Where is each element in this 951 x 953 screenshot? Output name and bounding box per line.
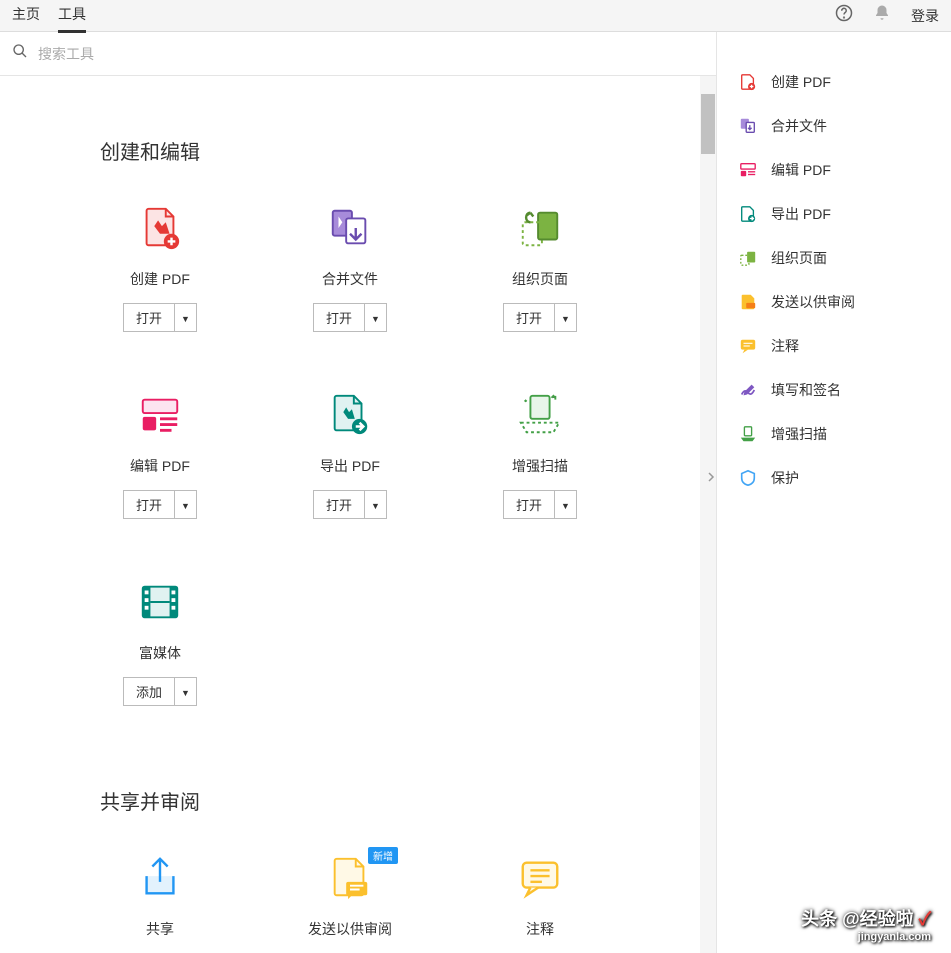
open-button[interactable]: 打开 bbox=[503, 490, 554, 519]
login-button[interactable]: 登录 bbox=[911, 6, 939, 26]
edit-pdf-icon bbox=[137, 392, 183, 438]
top-bar: 主页 工具 登录 bbox=[0, 0, 951, 32]
sidebar-label: 填写和签名 bbox=[771, 380, 841, 400]
sidebar-item-edit-pdf[interactable]: 编辑 PDF bbox=[717, 148, 951, 192]
merge-files-icon bbox=[739, 117, 757, 135]
sidebar-item-enhance-scan[interactable]: 增强扫描 bbox=[717, 412, 951, 456]
add-button[interactable]: 添加 bbox=[123, 677, 174, 706]
sidebar-item-organize-pages[interactable]: 组织页面 bbox=[717, 236, 951, 280]
create-pdf-icon bbox=[739, 73, 757, 91]
open-button[interactable]: 打开 bbox=[123, 490, 174, 519]
dropdown-button[interactable]: ▼ bbox=[364, 303, 387, 332]
tool-share[interactable]: 共享 添加 ▼ bbox=[100, 855, 220, 953]
tool-edit-pdf[interactable]: 编辑 PDF 打开 ▼ bbox=[100, 392, 220, 519]
edit-pdf-icon bbox=[739, 161, 757, 179]
comment-icon bbox=[739, 337, 757, 355]
tool-label: 创建 PDF bbox=[130, 269, 190, 289]
tool-rich-media[interactable]: 富媒体 添加 ▼ bbox=[100, 579, 220, 706]
open-button[interactable]: 打开 bbox=[313, 490, 364, 519]
chevron-down-icon: ▼ bbox=[181, 688, 190, 698]
send-review-icon bbox=[327, 855, 373, 901]
sidebar-item-fill-sign[interactable]: 填写和签名 bbox=[717, 368, 951, 412]
sidebar-label: 保护 bbox=[771, 468, 799, 488]
sidebar-label: 增强扫描 bbox=[771, 424, 827, 444]
search-icon bbox=[12, 43, 28, 64]
tool-label: 注释 bbox=[526, 919, 554, 939]
tool-comment[interactable]: 注释 打开 ▼ bbox=[480, 855, 600, 953]
sidebar-item-protect[interactable]: 保护 bbox=[717, 456, 951, 500]
tab-home[interactable]: 主页 bbox=[12, 0, 40, 33]
sidebar-item-export-pdf[interactable]: 导出 PDF bbox=[717, 192, 951, 236]
search-input[interactable] bbox=[38, 46, 704, 62]
merge-files-icon bbox=[327, 205, 373, 251]
tool-merge-files[interactable]: 合并文件 打开 ▼ bbox=[290, 205, 410, 332]
scrollbar[interactable] bbox=[700, 76, 716, 953]
sidebar-label: 导出 PDF bbox=[771, 204, 831, 224]
chevron-down-icon: ▼ bbox=[181, 314, 190, 324]
sidebar-item-merge-files[interactable]: 合并文件 bbox=[717, 104, 951, 148]
help-icon[interactable] bbox=[835, 4, 853, 27]
dropdown-button[interactable]: ▼ bbox=[174, 677, 197, 706]
sidebar-label: 创建 PDF bbox=[771, 72, 831, 92]
tool-create-pdf[interactable]: 创建 PDF 打开 ▼ bbox=[100, 205, 220, 332]
tool-label: 组织页面 bbox=[512, 269, 568, 289]
sidebar-label: 合并文件 bbox=[771, 116, 827, 136]
enhance-scan-icon bbox=[517, 392, 563, 438]
tab-bar: 主页 工具 bbox=[12, 0, 86, 33]
rich-media-icon bbox=[137, 579, 183, 625]
sidebar-collapse-handle[interactable] bbox=[706, 457, 716, 497]
bell-icon[interactable] bbox=[873, 4, 891, 27]
sidebar-label: 组织页面 bbox=[771, 248, 827, 268]
comment-icon bbox=[517, 855, 563, 901]
sidebar-item-create-pdf[interactable]: 创建 PDF bbox=[717, 60, 951, 104]
right-sidebar: 创建 PDF 合并文件 编辑 PDF 导出 PDF 组织页面 发送以供审阅 注释 bbox=[716, 32, 951, 953]
open-button[interactable]: 打开 bbox=[123, 303, 174, 332]
dropdown-button[interactable]: ▼ bbox=[174, 303, 197, 332]
search-bar bbox=[0, 32, 716, 76]
open-button[interactable]: 打开 bbox=[503, 303, 554, 332]
tool-label: 共享 bbox=[146, 919, 174, 939]
chevron-down-icon: ▼ bbox=[371, 501, 380, 511]
chevron-down-icon: ▼ bbox=[561, 314, 570, 324]
open-button[interactable]: 打开 bbox=[313, 303, 364, 332]
tool-label: 合并文件 bbox=[322, 269, 378, 289]
sidebar-item-comment[interactable]: 注释 bbox=[717, 324, 951, 368]
organize-pages-icon bbox=[739, 249, 757, 267]
dropdown-button[interactable]: ▼ bbox=[554, 303, 577, 332]
export-pdf-icon bbox=[739, 205, 757, 223]
tab-tools[interactable]: 工具 bbox=[58, 0, 86, 33]
fill-sign-icon bbox=[739, 381, 757, 399]
protect-icon bbox=[739, 469, 757, 487]
export-pdf-icon bbox=[327, 392, 373, 438]
enhance-scan-icon bbox=[739, 425, 757, 443]
tool-enhance-scan[interactable]: 增强扫描 打开 ▼ bbox=[480, 392, 600, 519]
sidebar-item-send-review[interactable]: 发送以供审阅 bbox=[717, 280, 951, 324]
dropdown-button[interactable]: ▼ bbox=[174, 490, 197, 519]
sidebar-label: 编辑 PDF bbox=[771, 160, 831, 180]
dropdown-button[interactable]: ▼ bbox=[364, 490, 387, 519]
new-badge: 新增 bbox=[368, 847, 398, 864]
tool-label: 编辑 PDF bbox=[130, 456, 190, 476]
tool-label: 导出 PDF bbox=[320, 456, 380, 476]
section-title-create: 创建和编辑 bbox=[100, 136, 616, 165]
dropdown-button[interactable]: ▼ bbox=[554, 490, 577, 519]
tool-label: 富媒体 bbox=[139, 643, 181, 663]
chevron-down-icon: ▼ bbox=[561, 501, 570, 511]
organize-pages-icon bbox=[517, 205, 563, 251]
chevron-down-icon: ▼ bbox=[371, 314, 380, 324]
tool-label: 发送以供审阅 bbox=[308, 919, 392, 939]
share-icon bbox=[137, 855, 183, 901]
create-pdf-icon bbox=[137, 205, 183, 251]
tool-export-pdf[interactable]: 导出 PDF 打开 ▼ bbox=[290, 392, 410, 519]
tool-organize-pages[interactable]: 组织页面 打开 ▼ bbox=[480, 205, 600, 332]
section-title-share: 共享并审阅 bbox=[100, 786, 616, 815]
sidebar-label: 注释 bbox=[771, 336, 799, 356]
sidebar-label: 发送以供审阅 bbox=[771, 292, 855, 312]
chevron-down-icon: ▼ bbox=[181, 501, 190, 511]
tool-label: 增强扫描 bbox=[512, 456, 568, 476]
send-review-icon bbox=[739, 293, 757, 311]
main-content: 创建和编辑 创建 PDF 打开 ▼ 合并文件 bbox=[0, 32, 716, 953]
tool-send-review[interactable]: 新增 发送以供审阅 打开 ▼ bbox=[290, 855, 410, 953]
